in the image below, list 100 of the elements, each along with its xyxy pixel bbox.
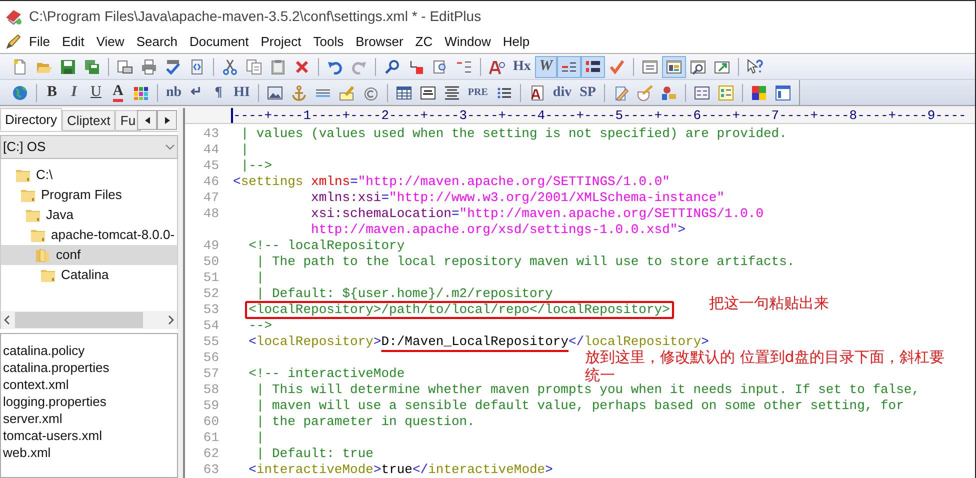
open-folder-icon <box>35 247 51 263</box>
toolbar-button[interactable]: ↵ <box>186 82 208 104</box>
toolbar-button[interactable]: PRE <box>464 82 492 104</box>
file-list-entry[interactable]: server.xml <box>3 410 62 427</box>
checklist-icon[interactable] <box>718 84 734 100</box>
tree-item[interactable]: apache-tomcat-8.0.0- <box>1 225 177 245</box>
code-punctuation: > <box>373 462 382 478</box>
panel-tab[interactable]: Cliptext <box>62 110 116 131</box>
new-file-icon[interactable] <box>12 58 28 74</box>
drive-dropdown[interactable]: [C:] OS <box>0 135 178 159</box>
clipboard-icon[interactable] <box>270 58 286 74</box>
code-comment: <!-- interactiveMode <box>248 366 405 382</box>
scrollbar-thumb[interactable] <box>15 312 143 328</box>
menu-item[interactable]: Edit <box>56 32 90 52</box>
toolbar-button[interactable]: W <box>534 56 557 78</box>
file-list-entry[interactable]: catalina.properties <box>3 359 110 376</box>
tree-item[interactable]: Catalina <box>1 265 177 285</box>
menu-item[interactable]: File <box>24 32 55 52</box>
toolbar-button[interactable]: SP <box>576 82 600 104</box>
scissors-icon[interactable] <box>222 58 238 74</box>
menu-item[interactable]: ZC <box>410 32 438 52</box>
toolbar-button[interactable]: Hx <box>509 56 535 78</box>
menu-item[interactable]: Window <box>440 32 496 52</box>
menu-item[interactable]: Help <box>498 32 535 52</box>
bullet-list-icon[interactable] <box>496 84 512 100</box>
toolbar-button[interactable]: A <box>107 82 129 104</box>
toolbar-button[interactable]: U <box>85 82 107 104</box>
code-comment: | The path to the local repository maven will use to store artifacts. <box>256 254 795 270</box>
panel-tab[interactable]: Directory <box>0 108 62 131</box>
attribute-name: xsi:schemaLocation <box>311 206 452 222</box>
menu-item[interactable]: Search <box>131 32 183 52</box>
left-arrow-icon <box>144 116 150 124</box>
toolbar-button[interactable]: HI <box>230 82 254 104</box>
line-number: 50 <box>203 254 219 269</box>
toolbar-button[interactable]: div <box>548 82 576 104</box>
tree-item[interactable]: Program Files <box>1 185 177 205</box>
help-pointer-icon[interactable] <box>746 58 763 74</box>
menu-item[interactable]: Project <box>256 32 306 52</box>
color-grid-icon[interactable] <box>750 84 767 100</box>
layout-window-icon <box>666 58 682 74</box>
delete-icon[interactable] <box>294 58 310 74</box>
find-in-files-icon[interactable] <box>432 58 448 74</box>
toolbar-button[interactable]: B <box>41 82 63 104</box>
menu-item[interactable]: Tools <box>308 32 349 52</box>
file-list-entry[interactable]: catalina.policy <box>3 342 85 359</box>
print-preview-icon[interactable] <box>117 58 133 74</box>
code-punctuation: > <box>701 334 709 350</box>
menu-item[interactable]: Browser <box>350 32 408 52</box>
spellcheck-icon[interactable] <box>165 58 181 74</box>
toolbar-button[interactable]: ¶ <box>208 82 230 104</box>
code-punctuation: < <box>248 462 256 478</box>
copyright-icon[interactable] <box>362 84 379 100</box>
line-number: 59 <box>203 398 219 413</box>
horizontal-scrollbar[interactable] <box>0 311 178 329</box>
file-list-entry[interactable]: context.xml <box>3 376 69 393</box>
menu-item[interactable]: View <box>91 32 130 52</box>
drive-value: [C:] OS <box>3 138 46 156</box>
shapes-icon[interactable] <box>660 84 677 100</box>
list-window-icon[interactable] <box>642 58 658 74</box>
window-icon[interactable] <box>774 84 791 100</box>
code-punctuation: < <box>233 174 241 190</box>
floppy-disks-icon[interactable] <box>84 58 100 74</box>
toggle-button[interactable] <box>580 56 605 78</box>
scroll-right-button[interactable] <box>157 110 177 130</box>
tree-item[interactable]: conf <box>1 245 177 265</box>
letter-page-icon[interactable] <box>528 84 545 100</box>
menu-item[interactable]: Document <box>184 32 254 52</box>
code-page-icon[interactable] <box>189 58 205 74</box>
cup-pencil-icon[interactable] <box>636 84 653 100</box>
checkmark-icon[interactable] <box>608 58 625 74</box>
tool-window-icon[interactable] <box>690 58 706 74</box>
form-icon[interactable] <box>694 84 710 100</box>
color-palette-icon[interactable] <box>133 84 149 100</box>
copy-icon[interactable] <box>246 58 262 74</box>
image-icon[interactable] <box>266 84 283 100</box>
font-icon[interactable] <box>489 58 505 74</box>
tag-name: localRepository <box>584 334 702 350</box>
file-list-entry[interactable]: tomcat-users.xml <box>3 427 102 444</box>
toolbar-button[interactable]: nb <box>162 82 186 104</box>
toggle-button[interactable] <box>556 56 581 78</box>
line-number: 45 <box>203 158 219 173</box>
code-comment: | <box>256 430 264 446</box>
pencil-page-icon[interactable] <box>612 84 629 100</box>
anchor-icon[interactable] <box>290 84 307 100</box>
file-list-entry[interactable]: web.xml <box>3 444 51 461</box>
toggle-button[interactable] <box>662 56 686 78</box>
table-icon[interactable] <box>396 84 412 100</box>
file-list-entry[interactable]: logging.properties <box>3 393 106 410</box>
code-punctuation: = <box>350 174 358 190</box>
highlighter-icon[interactable] <box>338 84 355 100</box>
scroll-left-button[interactable] <box>137 110 157 130</box>
search-icon[interactable] <box>384 58 400 74</box>
text-box-icon[interactable] <box>420 84 436 100</box>
globe-icon[interactable] <box>12 84 28 100</box>
tree-item[interactable]: C:\ <box>1 165 177 185</box>
toolbar-button[interactable]: I <box>63 82 85 104</box>
printer-icon[interactable] <box>141 58 157 74</box>
align-lines-icon[interactable] <box>444 84 460 100</box>
line-number: 55 <box>203 334 219 349</box>
tree-item[interactable]: Java <box>1 205 177 225</box>
